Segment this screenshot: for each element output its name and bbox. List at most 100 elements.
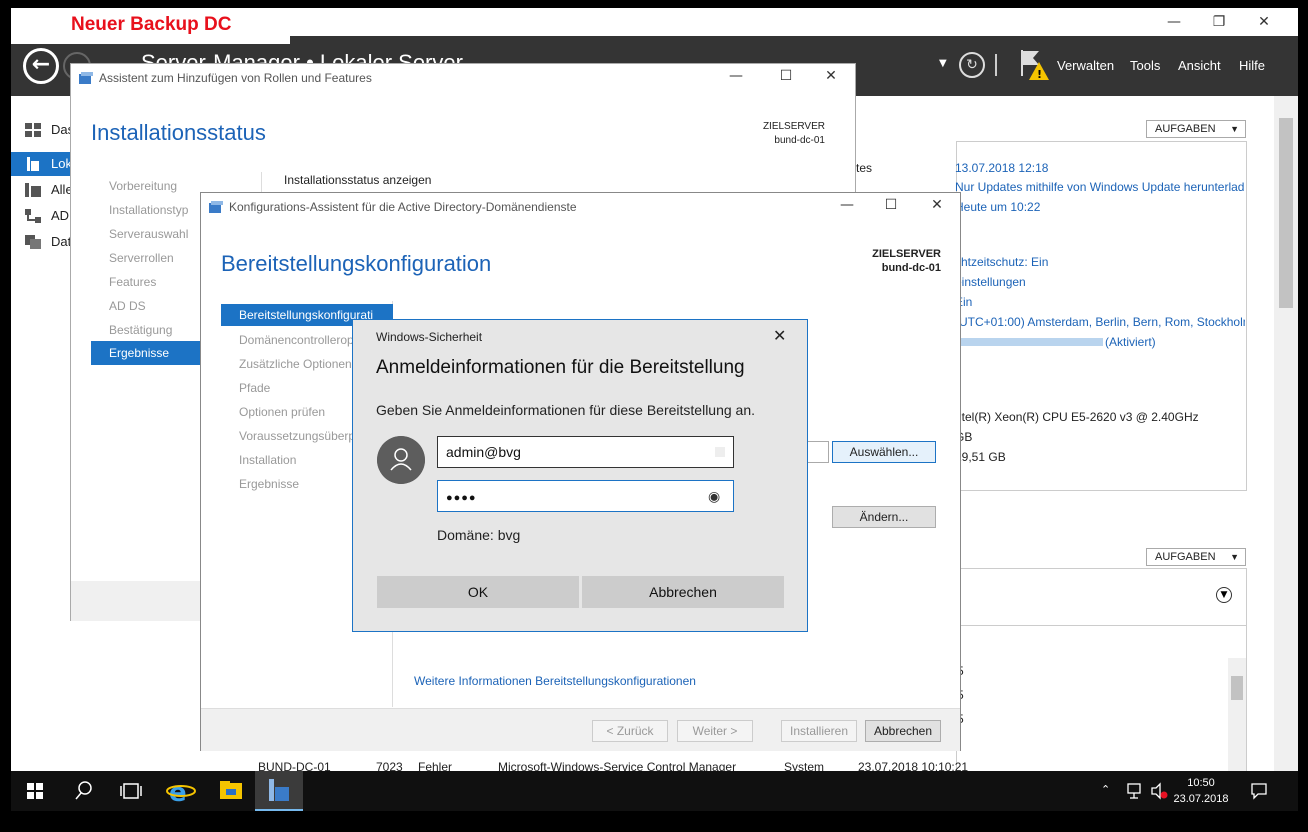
ad-icon	[25, 209, 41, 223]
next-button[interactable]: Weiter >	[677, 720, 753, 742]
sidebar-item-all-servers[interactable]: Alle	[11, 178, 73, 202]
refresh-icon[interactable]: ↻	[959, 52, 985, 78]
server-manager-taskbar-button[interactable]	[255, 771, 303, 811]
file-explorer-icon[interactable]	[207, 771, 255, 811]
svg-text:e: e	[169, 778, 187, 808]
reveal-password-icon[interactable]: ◉	[708, 481, 720, 511]
sidebar-item-local-server[interactable]: Lok	[11, 152, 72, 176]
install-button[interactable]: Installieren	[781, 720, 857, 742]
expand-icon[interactable]: ▼	[1216, 587, 1232, 603]
overlay-label-box: Neuer Backup DC	[11, 8, 290, 44]
tasks-label: AUFGABEN	[1155, 551, 1216, 563]
wizard-step: Installation	[239, 453, 297, 467]
back-arrow-icon[interactable]: ←	[23, 48, 59, 84]
menu-hilfe[interactable]: Hilfe	[1239, 58, 1265, 73]
sidebar-item-file-services[interactable]: Dat	[11, 230, 71, 254]
scrollbar-thumb[interactable]	[1231, 676, 1243, 700]
cancel-button[interactable]: Abbrechen	[582, 576, 784, 608]
wizard-step: Bestätigung	[109, 323, 173, 337]
notification-flag-icon[interactable]: !	[1019, 48, 1049, 82]
volume-muted-icon[interactable]	[1149, 781, 1169, 801]
sidebar-item-label: Dat	[51, 234, 72, 249]
events-header	[956, 568, 1247, 626]
ok-button[interactable]: OK	[377, 576, 579, 608]
username-field[interactable]: admin@bvg	[437, 436, 734, 468]
sidebar-item-label: Lok	[51, 156, 72, 171]
more-info-link[interactable]: Weitere Informationen Bereitstellungskon…	[414, 674, 696, 688]
target-server: ZIELSERVER bund-dc-01	[825, 247, 941, 275]
windows-start-icon[interactable]	[11, 771, 59, 811]
minimize-button[interactable]: —	[721, 68, 751, 84]
wizard-step: Ergebnisse	[239, 477, 300, 491]
svg-text:!: !	[1037, 68, 1042, 81]
username-value: admin@bvg	[446, 444, 521, 460]
clear-icon[interactable]	[715, 447, 725, 457]
maximize-button[interactable]: ☐	[876, 197, 906, 213]
wizard-step: AD DS	[109, 299, 146, 313]
property-value[interactable]: 13.07.2018 12:18	[955, 161, 1048, 175]
sidebar-item-ad[interactable]: AD	[11, 204, 71, 228]
property-value[interactable]: chtzeitschutz: Ein	[955, 255, 1048, 269]
property-value[interactable]: Heute um 10:22	[955, 200, 1040, 214]
close-button[interactable]: ✕	[922, 197, 952, 213]
taskbar-clock[interactable]: 10:50 23.07.2018	[1171, 775, 1231, 807]
tasks-dropdown[interactable]: AUFGABEN ▼	[1146, 548, 1246, 566]
sidebar-item-dashboard[interactable]: Das	[11, 118, 74, 142]
minimize-button[interactable]: —	[832, 197, 862, 213]
property-value: ntel(R) Xeon(R) CPU E5-2620 v3 @ 2.40GHz	[955, 410, 1199, 424]
dashboard-icon	[25, 123, 41, 137]
property-value[interactable]: Nur Updates mithilfe von Windows Update …	[955, 180, 1245, 194]
chevron-down-icon[interactable]: ▼	[939, 58, 947, 69]
password-field[interactable]: ●●●● ◉	[437, 480, 734, 512]
server-icon	[27, 157, 39, 171]
main-scrollbar[interactable]	[1274, 96, 1298, 771]
domain-input-end[interactable]	[807, 441, 829, 463]
select-button[interactable]: Auswählen...	[832, 441, 936, 463]
server-manager-icon	[79, 72, 93, 84]
dialog-title: Windows-Sicherheit	[376, 330, 483, 344]
internet-explorer-icon[interactable]: e	[157, 771, 205, 811]
restore-button[interactable]: ❐	[1197, 10, 1241, 34]
back-button[interactable]: < Zurück	[592, 720, 668, 742]
change-button[interactable]: Ändern...	[832, 506, 936, 528]
dialog-text: Geben Sie Anmeldeinformationen für diese…	[376, 402, 756, 418]
wizard-step-active[interactable]: Ergebnisse	[91, 341, 201, 365]
wizard-step: Zusätzliche Optionen	[239, 357, 352, 371]
sidebar-item-label: AD	[51, 208, 70, 223]
task-view-icon[interactable]	[107, 771, 155, 811]
server-manager-icon	[269, 779, 289, 801]
chevron-down-icon: ▼	[1230, 552, 1239, 562]
wizard-step: Pfade	[239, 381, 271, 395]
tasks-dropdown[interactable]: AUFGABEN ▼	[1146, 120, 1246, 138]
network-icon[interactable]	[1125, 781, 1145, 801]
property-value[interactable]: (UTC+01:00) Amsterdam, Berlin, Bern, Rom…	[955, 315, 1245, 329]
dialog-heading: Anmeldeinformationen für die Bereitstell…	[376, 357, 745, 378]
scrollbar-thumb[interactable]	[1279, 118, 1293, 308]
wizard-step: Serverauswahl	[109, 227, 189, 241]
wizard-step: Optionen prüfen	[239, 405, 326, 419]
menu-ansicht[interactable]: Ansicht	[1178, 58, 1221, 73]
search-icon[interactable]	[59, 771, 107, 811]
property-value[interactable]: einstellungen	[955, 275, 1026, 289]
taskbar: e ⌃ 10:50 23.07.2018	[11, 771, 1298, 811]
password-value: ●●●●	[446, 492, 477, 504]
cancel-button[interactable]: Abbrechen	[865, 720, 941, 742]
close-icon[interactable]: ✕	[773, 326, 786, 345]
target-server: ZIELSERVER bund-dc-01	[711, 120, 825, 148]
close-button[interactable]: ✕	[1242, 10, 1286, 34]
maximize-button[interactable]: ☐	[771, 68, 801, 84]
overlay-label: Neuer Backup DC	[71, 14, 232, 35]
target-server-name: bund-dc-01	[774, 135, 825, 146]
chevron-up-icon[interactable]: ⌃	[1101, 783, 1110, 796]
menu-tools[interactable]: Tools	[1130, 58, 1160, 73]
page-heading: Bereitstellungskonfiguration	[221, 251, 492, 276]
scrollbar[interactable]	[1228, 658, 1246, 771]
property-value[interactable]: (Aktiviert)	[1105, 335, 1156, 349]
domain-label: Domäne: bvg	[437, 527, 521, 543]
property-value: 19,51 GB	[955, 450, 1006, 464]
close-button[interactable]: ✕	[816, 68, 846, 84]
minimize-button[interactable]: —	[1152, 10, 1196, 34]
menu-verwalten[interactable]: Verwalten	[1057, 58, 1114, 73]
action-center-icon[interactable]	[1249, 781, 1269, 801]
wizard-footer: < Zurück Weiter > Installieren Abbrechen	[201, 708, 960, 751]
